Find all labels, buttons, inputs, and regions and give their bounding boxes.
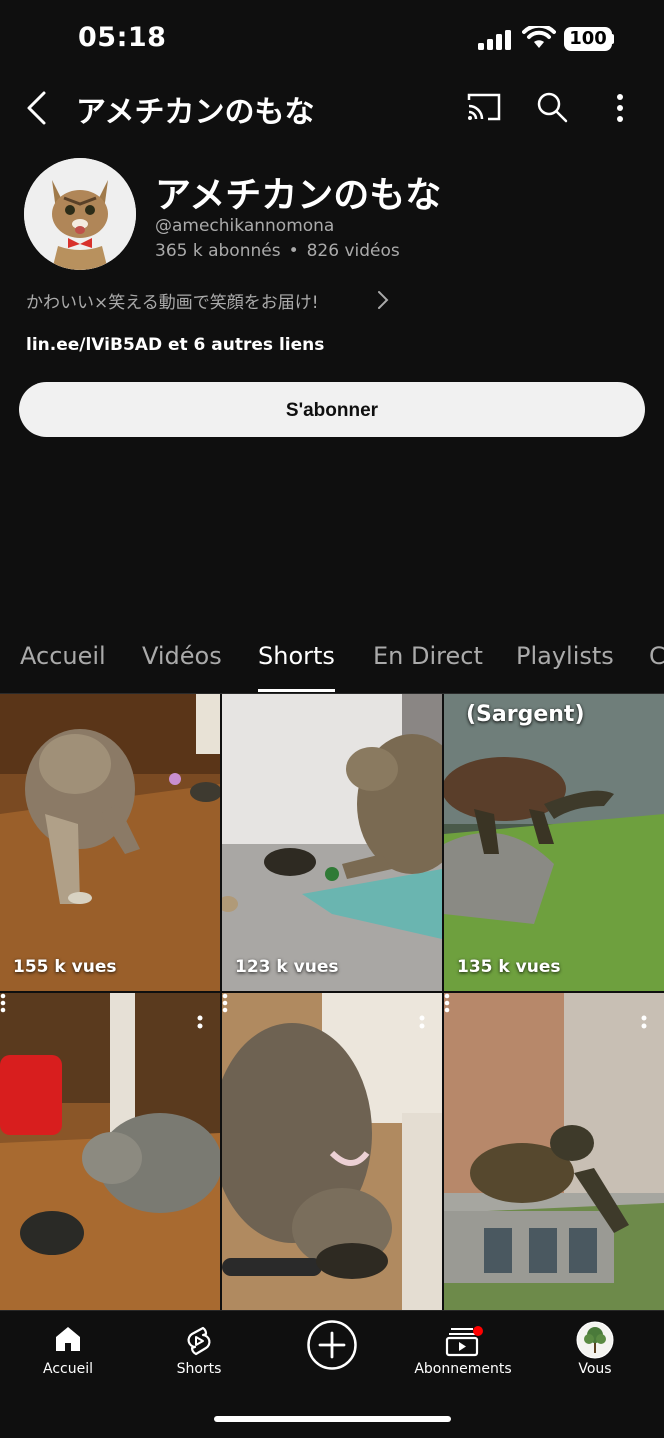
nav-label: Abonnements <box>414 1361 512 1377</box>
channel-links[interactable]: lin.ee/lViB5AD et 6 autres liens <box>26 335 324 355</box>
status-time: 05:18 <box>78 22 167 53</box>
tab-en-direct[interactable]: En Direct <box>373 642 483 670</box>
channel-stats: 365 k abonnés • 826 vidéos <box>155 241 400 261</box>
shorts-icon <box>187 1326 211 1356</box>
tab-more[interactable]: C <box>649 642 664 670</box>
chevron-right-icon[interactable] <box>376 290 390 310</box>
back-arrow-icon[interactable] <box>24 90 50 126</box>
separator-dot: • <box>288 241 299 261</box>
channel-tabs: Accueil Vidéos Shorts En Direct Playlist… <box>0 630 664 692</box>
tab-shorts[interactable]: Shorts <box>258 642 335 670</box>
wifi-icon <box>522 26 556 48</box>
view-count: 123 k vues <box>235 957 339 977</box>
view-count: 135 k vues <box>457 957 561 977</box>
subscriptions-icon <box>445 1326 483 1357</box>
short-thumbnail <box>0 694 220 991</box>
short-thumbnail <box>222 694 442 991</box>
tab-accueil[interactable]: Accueil <box>20 642 106 670</box>
search-icon[interactable] <box>535 90 569 124</box>
cast-icon[interactable] <box>466 92 502 122</box>
short-more-icon[interactable] <box>222 993 228 1013</box>
nav-label: Accueil <box>43 1361 93 1377</box>
active-tab-indicator <box>258 689 335 692</box>
nav-label: Shorts <box>176 1361 222 1377</box>
home-icon <box>56 1327 80 1351</box>
short-tile[interactable] <box>222 993 442 1310</box>
header-title: アメチカンのもな <box>76 95 315 130</box>
tab-videos[interactable]: Vidéos <box>142 642 222 670</box>
home-indicator <box>214 1416 451 1422</box>
view-count: 155 k vues <box>13 957 117 977</box>
create-icon <box>307 1320 357 1370</box>
short-thumbnail <box>222 993 442 1310</box>
short-tile[interactable]: 155 k vues <box>0 694 220 991</box>
cellular-signal-icon <box>478 30 511 50</box>
profile-avatar <box>576 1321 614 1359</box>
channel-description[interactable]: かわいい×笑える動画で笑顔をお届け! <box>26 288 319 313</box>
more-options-icon[interactable] <box>610 92 630 124</box>
short-tile[interactable] <box>0 993 220 1310</box>
short-more-icon[interactable] <box>0 993 6 1013</box>
short-tile[interactable]: 123 k vues <box>222 694 442 991</box>
nav-label: Vous <box>578 1361 612 1377</box>
video-count: 826 vidéos <box>306 241 400 261</box>
short-overlay-text: (Sargent) <box>466 702 585 727</box>
channel-name: アメチカンのもな <box>155 175 442 216</box>
short-tile[interactable] <box>444 993 664 1310</box>
short-tile[interactable]: (Sargent) 135 k vues <box>444 694 664 991</box>
channel-avatar[interactable] <box>24 158 136 270</box>
battery-nub <box>611 34 614 44</box>
short-more-icon[interactable] <box>444 993 450 1013</box>
subscriber-count: 365 k abonnés <box>155 241 281 261</box>
short-thumbnail <box>444 694 664 991</box>
channel-handle: @amechikannomona <box>155 216 335 236</box>
battery-indicator: 100 <box>564 27 612 51</box>
short-thumbnail <box>0 993 220 1310</box>
short-thumbnail <box>444 993 664 1310</box>
tab-playlists[interactable]: Playlists <box>516 642 614 670</box>
subscribe-button[interactable]: S'abonner <box>19 382 645 437</box>
